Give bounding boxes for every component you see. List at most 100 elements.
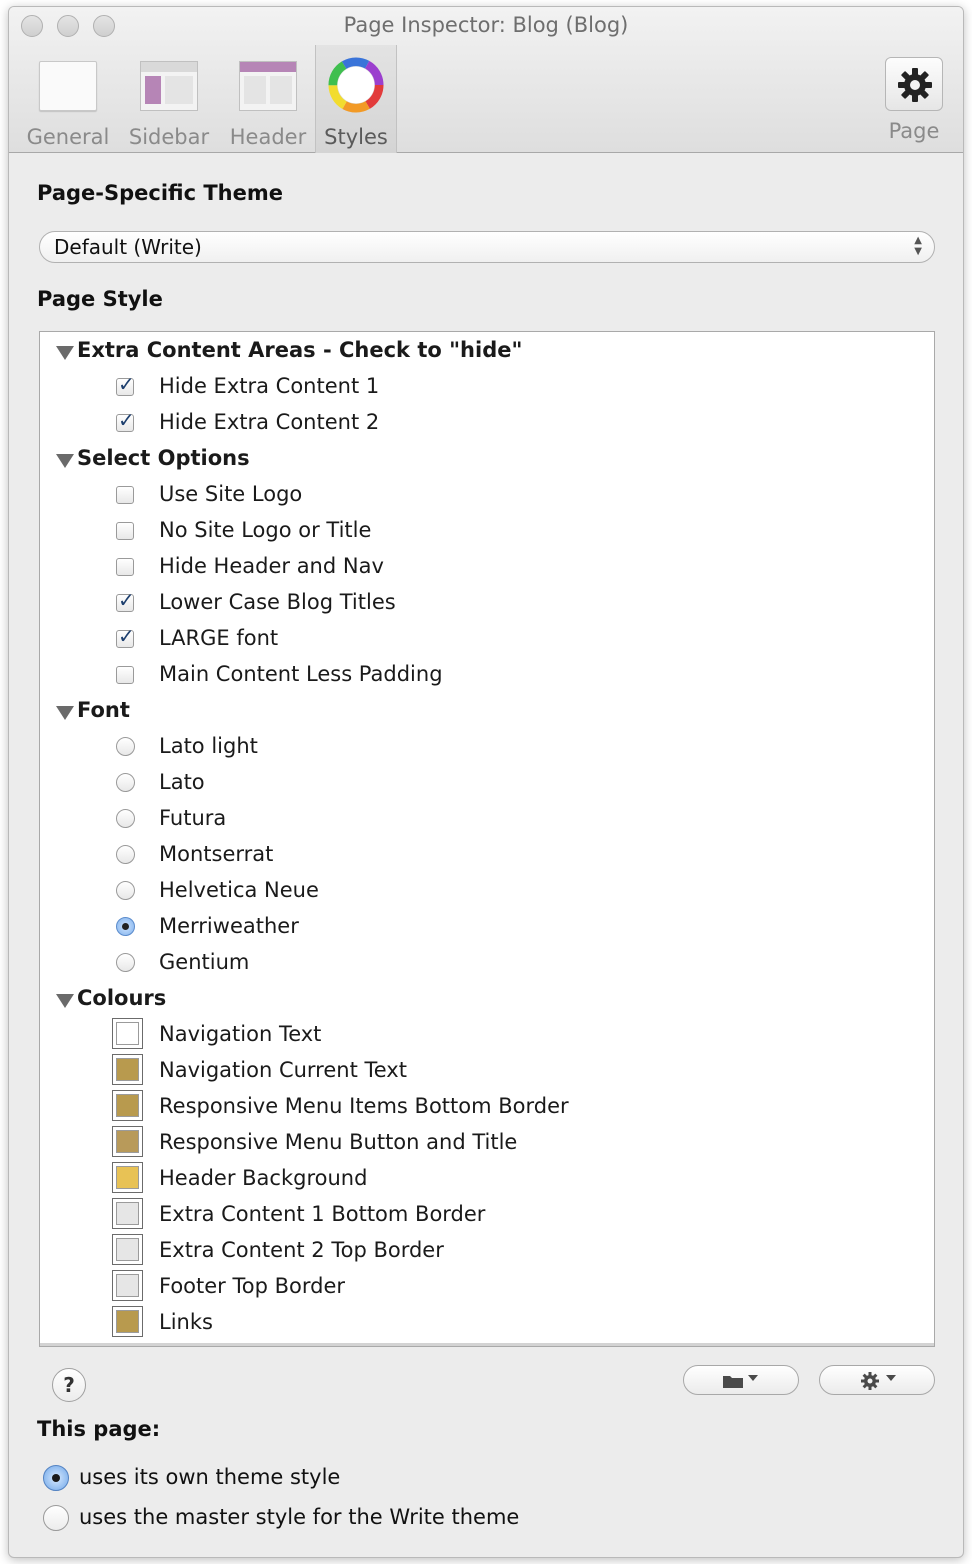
item-label: Hide Extra Content 2 [159, 410, 380, 434]
own-theme-style-radio[interactable] [43, 1465, 69, 1491]
item-label: No Site Logo or Title [159, 518, 372, 542]
option-checkbox[interactable]: ✓ [116, 408, 135, 432]
list-item: Gentium [40, 944, 934, 980]
option-checkbox[interactable]: ✓ [116, 588, 135, 612]
page-style-list[interactable]: Extra Content Areas - Check to "hide" ✓ Hi… [39, 331, 935, 1347]
item-label: Main Content Less Padding [159, 662, 443, 686]
color-swatch[interactable] [112, 1234, 143, 1265]
gear-icon [898, 68, 932, 102]
master-style-label: uses the master style for the Write them… [79, 1505, 520, 1529]
chevron-down-icon [748, 1375, 758, 1381]
option-checkbox[interactable]: ✓ [116, 624, 135, 648]
list-item: Montserrat [40, 836, 934, 872]
checkmark-icon: ✓ [118, 624, 135, 648]
option-checkbox[interactable]: ✓ [116, 372, 135, 396]
page-label: Page [888, 119, 940, 143]
group-title: Colours [77, 986, 167, 1010]
font-radio[interactable] [116, 809, 135, 828]
item-label: Lato light [159, 734, 258, 758]
group-title: Extra Content Areas - Check to "hide" [77, 338, 523, 362]
list-item: Navigation Text [40, 1016, 934, 1052]
inspector-window: Page Inspector: Blog (Blog) General Side… [8, 6, 964, 1558]
item-label: Extra Content 2 Top Border [159, 1238, 444, 1262]
color-swatch[interactable] [112, 1270, 143, 1301]
theme-heading: Page-Specific Theme [37, 181, 284, 205]
window-title: Page Inspector: Blog (Blog) [343, 13, 629, 37]
list-item: Main Content Less Padding [40, 656, 934, 692]
color-swatch[interactable] [112, 1162, 143, 1193]
font-radio[interactable] [116, 773, 135, 792]
group-header[interactable]: Select Options [40, 440, 934, 476]
item-label: Montserrat [159, 842, 274, 866]
color-swatch[interactable] [112, 1054, 143, 1085]
item-label: Links [159, 1310, 213, 1334]
color-swatch[interactable] [112, 1090, 143, 1121]
disclosure-triangle-icon[interactable] [56, 346, 74, 360]
disclosure-triangle-icon[interactable] [56, 706, 74, 720]
group-header[interactable]: Font [40, 692, 934, 728]
font-radio[interactable] [116, 881, 135, 900]
list-item: Responsive Menu Items Bottom Border [40, 1088, 934, 1124]
color-swatch[interactable] [112, 1126, 143, 1157]
tab-header[interactable]: Header [221, 45, 315, 153]
item-label: Lower Case Blog Titles [159, 590, 396, 614]
font-radio[interactable] [116, 953, 135, 972]
group-header[interactable]: Colours [40, 980, 934, 1016]
list-item: Header Background [40, 1160, 934, 1196]
option-checkbox[interactable] [116, 558, 134, 576]
theme-popup[interactable]: Default (Write) ▲ ▼ [39, 231, 935, 263]
list-item: Lato light [40, 728, 934, 764]
item-label: Hide Header and Nav [159, 554, 384, 578]
own-theme-style-label: uses its own theme style [79, 1465, 341, 1489]
list-item: Use Site Logo [40, 476, 934, 512]
color-swatch[interactable] [112, 1306, 143, 1337]
disclosure-triangle-icon[interactable] [56, 994, 74, 1008]
color-swatch[interactable] [112, 1198, 143, 1229]
page-settings-button[interactable] [885, 57, 943, 111]
group-title: Select Options [77, 446, 250, 470]
item-label: Gentium [159, 950, 250, 974]
list-item: ✓ Lower Case Blog Titles [40, 584, 934, 620]
list-item: Helvetica Neue [40, 872, 934, 908]
item-label: Lato [159, 770, 205, 794]
item-label: Use Site Logo [159, 482, 303, 506]
action-menu-button[interactable] [819, 1365, 935, 1395]
list-item: Links [40, 1304, 934, 1340]
this-page-heading: This page: [37, 1417, 161, 1441]
checkmark-icon: ✓ [118, 588, 135, 612]
title-bar: Page Inspector: Blog (Blog) General Side… [9, 7, 963, 153]
color-wheel-icon [328, 57, 384, 113]
option-checkbox[interactable] [116, 522, 134, 540]
disclosure-triangle-icon[interactable] [56, 454, 74, 468]
list-item: ✓ Hide Extra Content 2 [40, 404, 934, 440]
list-item: No Site Logo or Title [40, 512, 934, 548]
color-swatch[interactable] [112, 1018, 143, 1049]
item-label: Merriweather [159, 914, 299, 938]
font-radio[interactable] [116, 917, 135, 936]
tab-header-label: Header [229, 125, 307, 149]
list-item: Extra Content 2 Top Border [40, 1232, 934, 1268]
folder-menu-button[interactable] [683, 1365, 799, 1395]
updown-arrows-icon: ▲ ▼ [914, 235, 922, 257]
tab-sidebar[interactable]: Sidebar [121, 45, 217, 153]
item-label: Header Background [159, 1166, 368, 1190]
list-item: Futura [40, 800, 934, 836]
option-checkbox[interactable] [116, 666, 134, 684]
item-label: Responsive Menu Items Bottom Border [159, 1094, 569, 1118]
item-label: LARGE font [159, 626, 279, 650]
item-label: Helvetica Neue [159, 878, 319, 902]
item-label: Footer Top Border [159, 1274, 346, 1298]
tab-general[interactable]: General [19, 45, 117, 153]
list-item: Hide Header and Nav [40, 548, 934, 584]
list-bottom-edge [40, 1343, 934, 1346]
theme-popup-value: Default (Write) [54, 235, 202, 259]
chevron-down-icon [886, 1375, 896, 1381]
item-label: Extra Content 1 Bottom Border [159, 1202, 486, 1226]
tab-styles[interactable]: Styles [315, 45, 397, 153]
font-radio[interactable] [116, 737, 135, 756]
option-checkbox[interactable] [116, 486, 134, 504]
master-style-radio[interactable] [43, 1505, 69, 1531]
group-header[interactable]: Extra Content Areas - Check to "hide" [40, 332, 934, 368]
help-button[interactable]: ? [52, 1368, 86, 1402]
font-radio[interactable] [116, 845, 135, 864]
